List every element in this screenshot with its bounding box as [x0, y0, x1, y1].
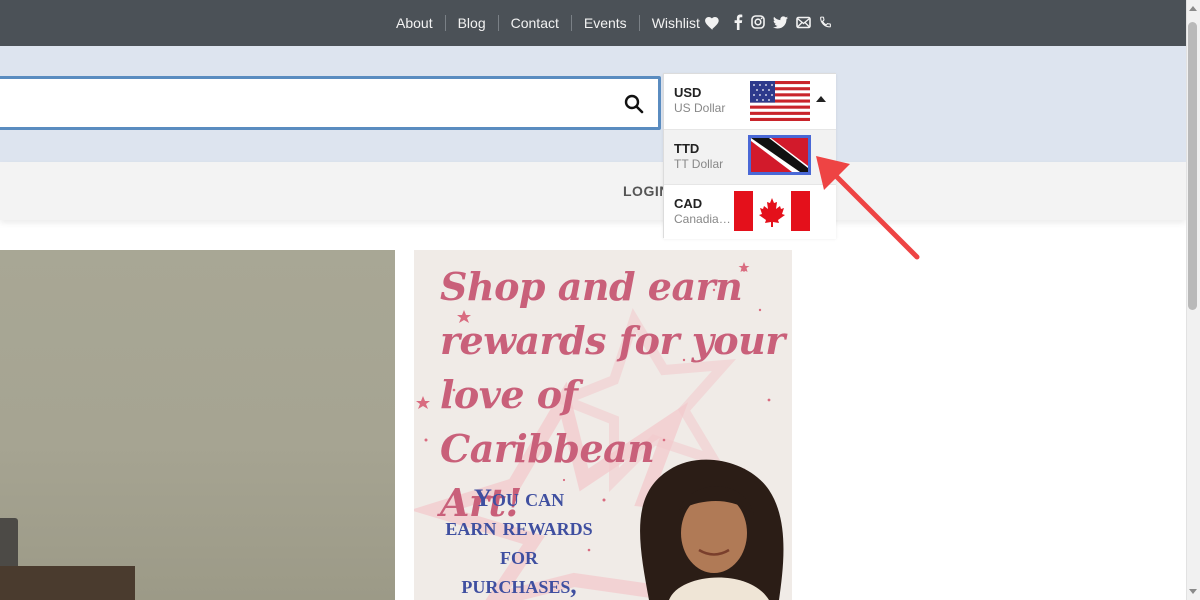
- tt-flag-frame: [748, 135, 811, 175]
- ca-flag-icon: [734, 191, 810, 231]
- us-flag-icon: [750, 81, 810, 121]
- currency-name: TT Dollar: [674, 157, 724, 171]
- currency-code: TTD: [674, 141, 700, 156]
- woman-photo: [640, 459, 784, 600]
- promo-headline-line: Shop and earn: [440, 264, 743, 309]
- nav-link-about[interactable]: About: [384, 15, 445, 31]
- promo-sub-line: You can: [473, 485, 565, 512]
- nav-link-events[interactable]: Events: [570, 15, 639, 31]
- facebook-icon[interactable]: [733, 14, 743, 30]
- currency-code: CAD: [674, 196, 703, 211]
- currency-name: Canadian Dollar: [674, 212, 734, 226]
- top-nav: About Blog Contact Events Wishlist: [384, 0, 732, 46]
- tt-flag-icon: [751, 138, 808, 172]
- nav-link-wishlist[interactable]: Wishlist: [638, 15, 732, 31]
- promo-subtext: You can earn rewards for purchases,: [414, 484, 624, 600]
- top-bar: About Blog Contact Events Wishlist: [0, 0, 1186, 46]
- email-icon[interactable]: [796, 16, 811, 29]
- promo-sub-line: purchases,: [461, 572, 577, 599]
- wishlist-label: Wishlist: [651, 15, 700, 31]
- scrollbar-thumb[interactable]: [1188, 22, 1197, 310]
- main-nav-bar: [0, 162, 1186, 220]
- pointer-arrow-icon: [816, 156, 920, 260]
- nav-link-contact[interactable]: Contact: [497, 15, 571, 31]
- cabinet-shape: [0, 566, 135, 600]
- phone-icon[interactable]: [819, 15, 832, 29]
- hero-image: [0, 250, 395, 600]
- nav-link-blog[interactable]: Blog: [444, 15, 498, 31]
- social-icons: [733, 14, 832, 30]
- currency-name: US Dollar: [674, 101, 726, 115]
- search-icon: [624, 94, 644, 114]
- promo-headline-line: rewards for your: [440, 318, 785, 363]
- scroll-up-icon[interactable]: [1189, 6, 1197, 11]
- heart-icon: [704, 16, 719, 30]
- page: About Blog Contact Events Wishlist LOGIN: [0, 0, 1200, 600]
- promo-banner[interactable]: Shop and earn rewards for your love of C…: [414, 250, 792, 600]
- promo-sub-line: for: [500, 543, 538, 570]
- search-input[interactable]: [0, 76, 661, 130]
- twitter-icon[interactable]: [773, 15, 788, 29]
- currency-option-usd[interactable]: USD US Dollar: [664, 74, 836, 129]
- caret-up-icon[interactable]: [816, 96, 826, 102]
- search-button[interactable]: [618, 88, 650, 120]
- instagram-icon[interactable]: [751, 15, 765, 29]
- promo-sub-line: earn rewards: [445, 514, 593, 541]
- scroll-down-icon[interactable]: [1189, 589, 1197, 594]
- currency-code: USD: [674, 85, 702, 100]
